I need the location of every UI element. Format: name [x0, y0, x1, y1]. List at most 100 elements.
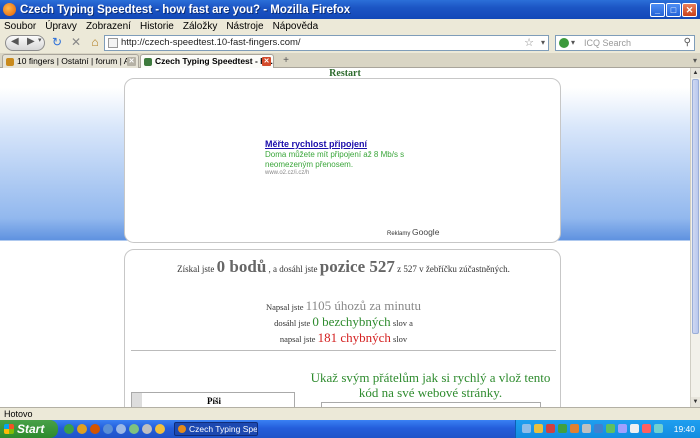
quicklaunch-icon-1[interactable] — [64, 424, 74, 434]
bookmark-star-icon[interactable]: ☆ — [524, 36, 534, 50]
ads-label: Reklamy — [387, 231, 411, 237]
speedtest-favicon-icon — [144, 58, 152, 66]
tab-label: 10 fingers | Ostatní | forum | A... — [17, 56, 137, 66]
ad-url[interactable]: www.o2.cz/i.cz/h — [265, 170, 309, 176]
keystrokes-line: Napsal jste 1105 úhozů za minutu — [125, 298, 562, 314]
tray-network-icon[interactable] — [594, 424, 603, 433]
google-logo-text: Google — [412, 227, 440, 237]
menu-soubor[interactable]: Soubor — [4, 21, 36, 32]
taskbar: Start Czech Typing Spe... 19:40 — [0, 420, 700, 438]
tray-icon-4[interactable] — [558, 424, 567, 433]
reload-icon[interactable]: ↻ — [50, 35, 64, 49]
scroll-down-icon[interactable]: ▼ — [691, 397, 700, 407]
tray-icon-12[interactable] — [654, 424, 663, 433]
tab-label: Czech Typing Speedtest - ho... — [155, 56, 274, 66]
window-titlebar[interactable]: Czech Typing Speedtest - how fast are yo… — [0, 0, 700, 19]
words-label: slov — [393, 334, 408, 344]
window-title: Czech Typing Speedtest - how fast are yo… — [20, 3, 351, 16]
tab-list-dropdown-icon[interactable]: ▾ — [693, 56, 697, 65]
ranking-label: z 527 v žebříčku zúčastněných. — [397, 264, 510, 274]
tray-icon-11[interactable] — [642, 424, 651, 433]
ads-by-google[interactable]: Reklamy Google — [387, 227, 439, 237]
vertical-scrollbar[interactable]: ▲ ▼ — [690, 68, 700, 407]
search-engine-icon[interactable] — [559, 38, 569, 48]
quicklaunch-icon-8[interactable] — [155, 424, 165, 434]
tab-close-icon[interactable]: ✕ — [262, 57, 271, 66]
ad-description: Doma můžete mít připojení až 8 Mb/s s ne… — [265, 150, 405, 169]
quicklaunch-firefox-icon[interactable] — [90, 424, 100, 434]
correct-words-value: 0 bezchybných — [312, 314, 391, 329]
back-arrow-icon[interactable]: ◀ — [11, 36, 19, 47]
url-text: http://czech-speedtest.10-fast-fingers.c… — [121, 37, 301, 48]
windows-logo-icon — [4, 424, 14, 434]
tab-forum[interactable]: 10 fingers | Ostatní | forum | A... ✕ — [2, 54, 139, 68]
menu-zalozky[interactable]: Záložky — [183, 21, 217, 32]
tray-icon-2[interactable] — [534, 424, 543, 433]
divider — [131, 350, 556, 351]
menu-upravy[interactable]: Úpravy — [45, 21, 77, 32]
start-button[interactable]: Start — [0, 420, 58, 438]
correct-words-line: dosáhl jste 0 bezchybných slov a — [125, 314, 562, 330]
url-bar[interactable]: http://czech-speedtest.10-fast-fingers.c… — [104, 35, 549, 51]
ad-panel: Měřte rychlost připojení Doma můžete mít… — [124, 78, 561, 243]
tray-icon-8[interactable] — [606, 424, 615, 433]
url-dropdown-icon[interactable]: ▾ — [541, 36, 545, 50]
minimize-button[interactable]: _ — [650, 2, 665, 17]
search-input[interactable]: ▾ ICQ Search ⚲ — [555, 35, 695, 51]
search-engine-dropdown-icon[interactable]: ▾ — [571, 36, 575, 50]
forum-favicon-icon — [6, 58, 14, 66]
tab-close-icon[interactable]: ✕ — [127, 57, 136, 66]
stop-icon[interactable]: ✕ — [69, 35, 83, 49]
scrollbar-thumb[interactable] — [692, 79, 699, 334]
tray-icon-1[interactable] — [522, 424, 531, 433]
scroll-up-icon[interactable]: ▲ — [691, 68, 700, 78]
typed-label: Napsal jste — [265, 302, 304, 312]
quicklaunch-icon-2[interactable] — [77, 424, 87, 434]
forward-arrow-icon[interactable]: ▶ — [27, 36, 35, 47]
menu-historie[interactable]: Historie — [140, 21, 174, 32]
tab-speedtest[interactable]: Czech Typing Speedtest - ho... ✕ — [140, 54, 274, 68]
position-value: pozice 527 — [319, 257, 395, 276]
search-placeholder: ICQ Search — [584, 38, 632, 48]
clock: 19:40 — [673, 424, 695, 434]
system-tray: 19:40 — [515, 420, 700, 438]
wrong-words-value: 181 chybných — [317, 330, 391, 345]
got-label: Získal jste — [177, 264, 215, 274]
tray-volume-icon[interactable] — [618, 424, 627, 433]
history-dropdown-icon[interactable]: ▾ — [38, 36, 42, 44]
typed2-label: napsal jste — [279, 334, 316, 344]
back-forward-buttons[interactable]: ◀ ▶ ▾ — [5, 35, 45, 51]
writing-widget: Píši — [131, 392, 295, 407]
quicklaunch-icon-6[interactable] — [129, 424, 139, 434]
writing-label: Píši — [206, 396, 221, 406]
score-summary: Získal jste 0 bodů , a dosáhl jste pozic… — [125, 257, 562, 277]
site-identity-icon[interactable] — [108, 38, 118, 48]
quicklaunch-icon-4[interactable] — [103, 424, 113, 434]
menu-zobrazeni[interactable]: Zobrazení — [86, 21, 131, 32]
page-content: Restart Měřte rychlost připojení Doma mů… — [0, 68, 690, 407]
close-button[interactable]: ✕ — [682, 2, 697, 17]
reached2-label: dosáhl jste — [274, 318, 311, 328]
quicklaunch-icon-7[interactable] — [142, 424, 152, 434]
tray-icon-6[interactable] — [582, 424, 591, 433]
taskbar-firefox-item[interactable]: Czech Typing Spe... — [174, 422, 258, 436]
share-heading: Ukaž svým přátelům jak si rychlý a vlož … — [310, 370, 551, 400]
menu-bar: Soubor Úpravy Zobrazení Historie Záložky… — [0, 19, 700, 34]
menu-napoveda[interactable]: Nápověda — [273, 21, 319, 32]
maximize-button[interactable]: □ — [666, 2, 681, 17]
home-icon[interactable]: ⌂ — [88, 35, 102, 49]
status-bar: Hotovo — [0, 407, 700, 420]
firefox-task-icon — [178, 425, 186, 433]
tray-icon-5[interactable] — [570, 424, 579, 433]
new-tab-icon[interactable]: + — [279, 55, 293, 67]
taskbar-item-label: Czech Typing Spe... — [189, 424, 258, 434]
menu-nastroje[interactable]: Nástroje — [226, 21, 263, 32]
search-icon[interactable]: ⚲ — [684, 36, 691, 50]
tray-icon-3[interactable] — [546, 424, 555, 433]
points-value: 0 bodů — [216, 257, 267, 276]
tab-bar: 10 fingers | Ostatní | forum | A... ✕ Cz… — [0, 53, 700, 68]
keystrokes-value: 1105 úhozů za minutu — [305, 298, 422, 313]
tray-icon-10[interactable] — [630, 424, 639, 433]
ad-link[interactable]: Měřte rychlost připojení — [265, 139, 367, 149]
quicklaunch-icon-5[interactable] — [116, 424, 126, 434]
